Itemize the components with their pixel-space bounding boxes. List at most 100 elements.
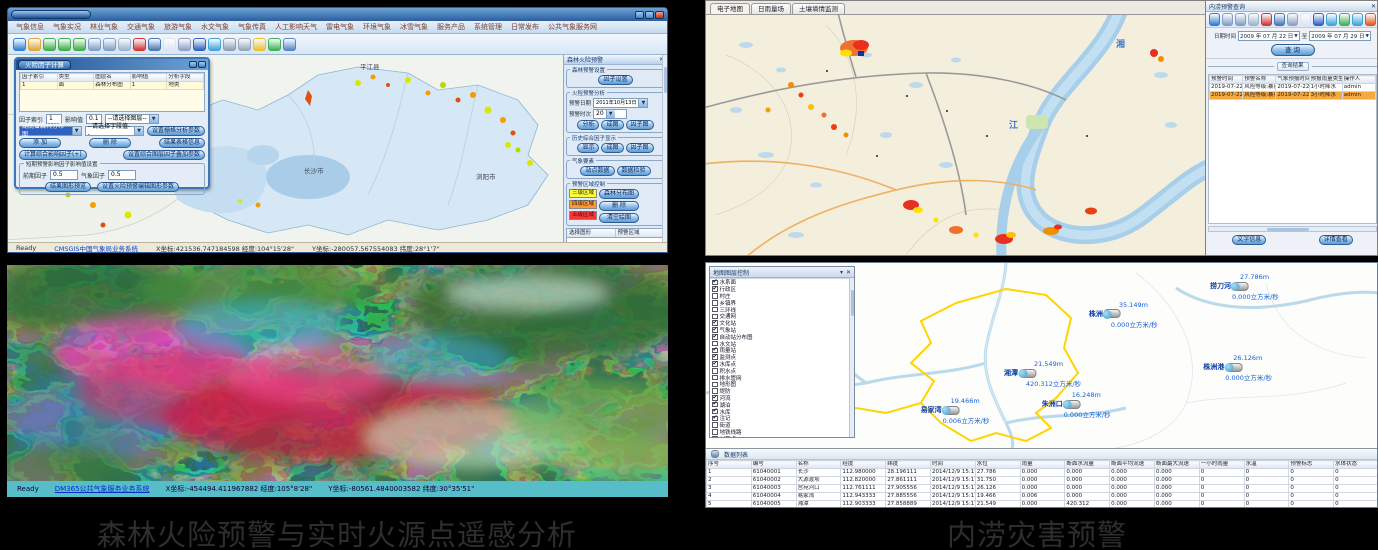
layer-item[interactable]: 注记 — [710, 415, 854, 422]
globe-icon[interactable] — [1209, 13, 1220, 26]
column-header[interactable]: 一小时雨量 — [1199, 461, 1244, 469]
pre-factor-input[interactable]: 0.5 — [50, 170, 78, 180]
warning-zone-list[interactable] — [566, 238, 665, 242]
panel-button[interactable]: 站点数据 — [580, 166, 614, 176]
menu-item[interactable]: 林业气象 — [90, 22, 118, 32]
layer-view-icon[interactable] — [208, 38, 221, 51]
column-header[interactable]: 水位 — [975, 461, 1020, 469]
warning-level-chip[interactable]: 五级区域 — [569, 211, 597, 220]
warning-level-chip[interactable]: 四级区域 — [569, 200, 597, 209]
station-gauge[interactable]: 19.466m易家湾0.006立方米/秒 — [921, 397, 990, 425]
layer-checkbox[interactable] — [712, 361, 718, 367]
layer-checkbox[interactable] — [712, 422, 718, 428]
pin-icon[interactable] — [253, 38, 266, 51]
column-header[interactable]: 分析字段 — [167, 74, 204, 82]
menu-item[interactable]: 气象传真 — [238, 22, 266, 32]
panel-scrollbar[interactable] — [662, 55, 667, 242]
panel-button[interactable]: 森林分布图 — [599, 189, 639, 199]
zoom-in-icon[interactable] — [1222, 13, 1233, 26]
station-data-table[interactable]: 序号编号名称经度纬度时间水位雨量断面水流量断面平均流速断面最大流速一小时雨量水温… — [706, 460, 1378, 508]
pan-hand-icon[interactable] — [1248, 13, 1259, 26]
column-header[interactable]: 时间 — [930, 461, 975, 469]
preview-button[interactable]: 结果图形预览 — [45, 182, 91, 192]
layer-item[interactable]: 地形图 — [710, 381, 854, 388]
minimize-button[interactable] — [635, 11, 644, 19]
menu-item[interactable]: 环境气象 — [363, 22, 391, 32]
fly-to-icon[interactable] — [43, 38, 56, 51]
map-area[interactable]: 长沙市 平江县 浏阳市 火险因子计算 因子索引类型图层名影响值分析字段1面森林分… — [8, 55, 667, 242]
menu-item[interactable]: 服务产品 — [437, 22, 465, 32]
query-button[interactable]: 查 询 — [1271, 44, 1315, 56]
layer-item[interactable]: 兴趣点 — [710, 435, 854, 437]
layer-checkbox[interactable] — [712, 307, 718, 313]
menu-item[interactable]: 日常发布 — [511, 22, 539, 32]
layers-icon[interactable] — [1326, 13, 1337, 26]
panel-button[interactable]: 数据检验 — [617, 166, 651, 176]
table-row[interactable]: 1面森林分布图1地类 — [21, 82, 204, 90]
print-icon[interactable] — [223, 38, 236, 51]
station-gauge[interactable]: 21.549m湘潭420.312立方米/秒 — [1004, 360, 1081, 388]
layer-checkbox[interactable] — [712, 375, 718, 381]
station-gauge[interactable]: 16.248m朱洲口0.000立方米/秒 — [1042, 391, 1111, 419]
scan-icon[interactable] — [238, 38, 251, 51]
column-header[interactable]: 气象预报时间 — [1276, 76, 1309, 84]
panel-button[interactable]: 清空绘图 — [599, 213, 639, 223]
plane-tilt-icon[interactable] — [73, 38, 86, 51]
column-header[interactable]: 雨量 — [1020, 461, 1065, 469]
date-from-picker[interactable]: 2009 年 07 月 22 日▼ — [1238, 31, 1300, 41]
column-header[interactable]: 水体状态 — [1334, 461, 1378, 469]
add-button[interactable]: 添 加 — [19, 138, 61, 148]
zoom-in-icon[interactable] — [88, 38, 101, 51]
table-row[interactable]: 261040002大源渡坝112.82000027.8611112014/12/… — [707, 477, 1378, 485]
panel-button[interactable]: 成图 — [601, 143, 623, 153]
panel-button[interactable]: 成图 — [601, 120, 623, 130]
menu-item[interactable]: 公共气象服务网 — [548, 22, 597, 32]
layer-checkbox[interactable] — [712, 334, 718, 340]
map-tab[interactable]: 电子地图 — [710, 3, 750, 14]
layer-scrollbar[interactable] — [849, 278, 854, 437]
column-header[interactable]: 断面最大流速 — [1154, 461, 1199, 469]
edit-graphic-params-button[interactable]: 设置火险预警编辑图形参数 — [97, 182, 179, 192]
stop-icon[interactable] — [1261, 13, 1272, 26]
menu-item[interactable]: 气象实况 — [53, 22, 81, 32]
plane-up-icon[interactable] — [58, 38, 71, 51]
column-header[interactable]: 预警名称 — [1243, 76, 1276, 84]
column-header[interactable]: 纬度 — [886, 461, 931, 469]
calc-composite-button[interactable]: 计算综合影响因子(+) — [19, 150, 87, 160]
station-gauge[interactable]: 26.126m株洲港0.000立方米/秒 — [1203, 354, 1272, 382]
satellite-image[interactable] — [7, 265, 668, 481]
maximize-button[interactable] — [645, 11, 654, 19]
menu-item[interactable]: 人工影响天气 — [275, 22, 317, 32]
set-raster-params-button[interactable]: 设置栅格分析参数 — [147, 126, 205, 136]
layer-item[interactable]: 行政区 — [710, 286, 854, 293]
horizontal-scrollbar[interactable] — [1208, 226, 1377, 232]
globe-icon[interactable] — [13, 38, 26, 51]
panel-button[interactable]: 删 除 — [599, 201, 639, 211]
column-header[interactable]: 选择图形 — [567, 229, 616, 237]
map-window-icon[interactable] — [193, 38, 206, 51]
window-titlebar[interactable] — [8, 8, 667, 21]
menu-item[interactable]: 雷电气象 — [326, 22, 354, 32]
document-icon[interactable] — [163, 38, 176, 51]
layer-checkbox[interactable] — [712, 286, 718, 292]
column-header[interactable]: 水温 — [1244, 461, 1289, 469]
zoom-out-icon[interactable] — [1235, 13, 1246, 26]
pan-hand-icon[interactable] — [118, 38, 131, 51]
map-tab[interactable]: 土壤墒情监测 — [792, 3, 845, 14]
back-arrow-icon[interactable] — [268, 38, 281, 51]
column-header[interactable]: 操作人 — [1342, 76, 1375, 84]
status-system-link[interactable]: DM365公共气象服务业务系统 — [55, 484, 150, 494]
measure-icon[interactable] — [28, 38, 41, 51]
overview-map-icon[interactable] — [283, 38, 296, 51]
panel-button[interactable]: 因子图 — [626, 120, 654, 130]
layer-selected-dropdown[interactable]: 湖南省森林分布图▼ — [19, 126, 82, 136]
back-arrow-icon[interactable] — [1339, 13, 1350, 26]
column-header[interactable]: 预警区域 — [616, 229, 665, 237]
dialog-titlebar[interactable]: 火险因子计算 — [16, 59, 208, 70]
identify-icon[interactable] — [1287, 13, 1298, 26]
layer-item[interactable]: 水库 — [710, 408, 854, 415]
column-header[interactable]: 预报雨量类型 — [1309, 76, 1342, 84]
layer-checkbox[interactable] — [712, 436, 718, 437]
column-header[interactable]: 序号 — [707, 461, 752, 469]
panel-button[interactable]: 因子设置 — [598, 75, 632, 85]
